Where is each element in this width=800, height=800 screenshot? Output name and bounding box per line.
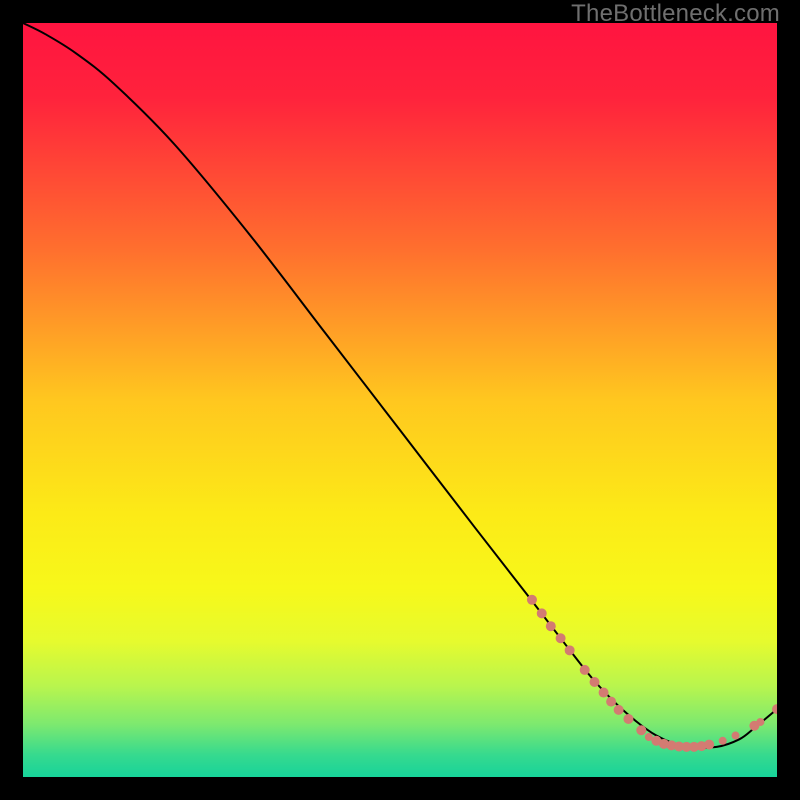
highlight-point — [606, 697, 616, 707]
highlight-point — [527, 595, 537, 605]
highlight-point — [599, 688, 609, 698]
highlight-point — [546, 621, 556, 631]
highlight-point — [590, 677, 600, 687]
highlight-point — [704, 740, 714, 750]
highlight-point — [556, 633, 566, 643]
highlight-point — [537, 608, 547, 618]
highlight-point — [565, 645, 575, 655]
watermark-text: TheBottleneck.com — [571, 0, 780, 28]
highlight-point — [756, 718, 764, 726]
chart-frame: TheBottleneck.com — [0, 0, 800, 800]
chart-svg — [23, 23, 777, 777]
highlight-point — [636, 725, 646, 735]
highlight-point — [732, 732, 740, 740]
highlight-point — [580, 665, 590, 675]
highlight-point — [614, 705, 624, 715]
highlight-point — [623, 714, 633, 724]
highlight-point — [719, 737, 727, 745]
heat-background — [23, 23, 777, 777]
plot-area — [23, 23, 777, 777]
